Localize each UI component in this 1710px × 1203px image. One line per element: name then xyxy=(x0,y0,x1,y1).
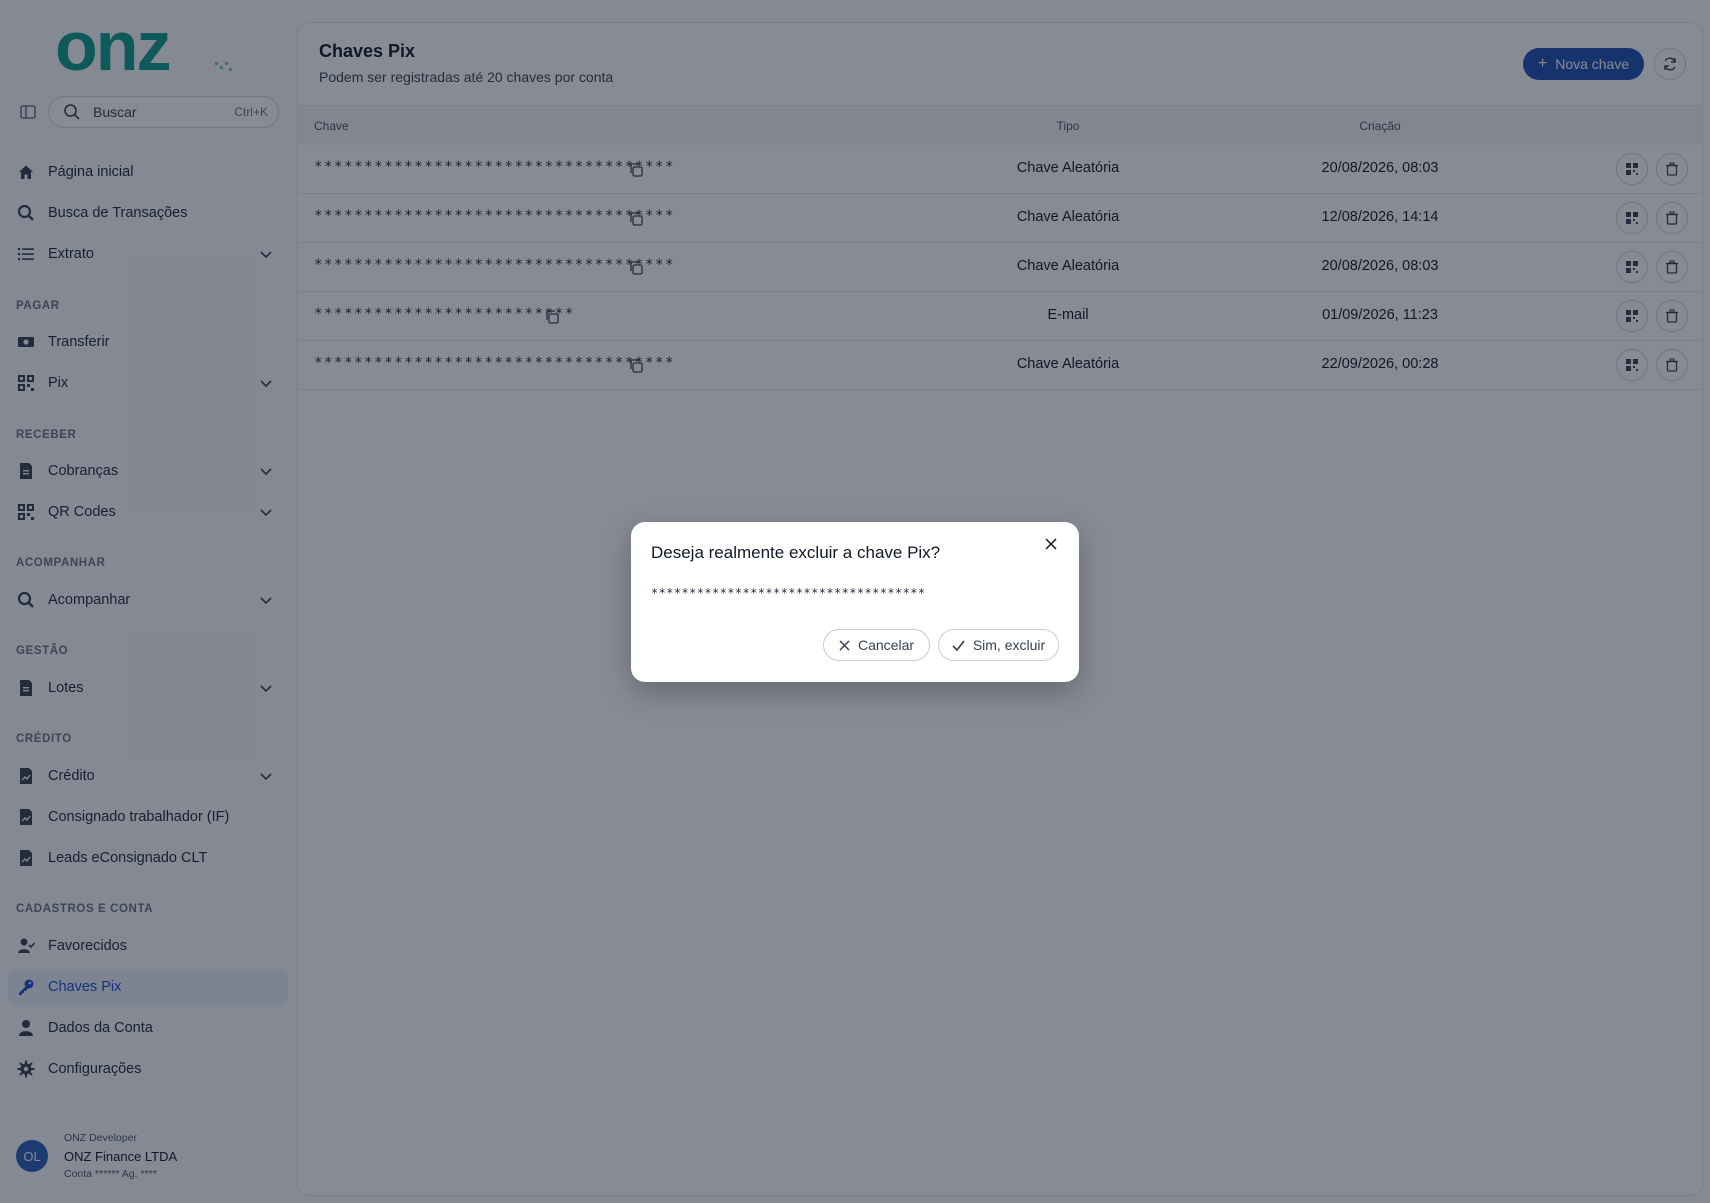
confirm-delete-button[interactable]: Sim, excluir xyxy=(938,629,1059,661)
cancel-label: Cancelar xyxy=(857,637,915,653)
check-icon xyxy=(952,640,965,651)
delete-confirm-dialog: Deseja realmente excluir a chave Pix? **… xyxy=(631,522,1079,682)
close-button[interactable] xyxy=(1041,534,1061,554)
close-icon xyxy=(1045,538,1057,550)
close-icon xyxy=(839,639,850,651)
dialog-title: Deseja realmente excluir a chave Pix? xyxy=(651,543,941,562)
confirm-label: Sim, excluir xyxy=(972,637,1046,653)
dialog-key-value: ************************************ xyxy=(651,586,926,600)
cancel-button[interactable]: Cancelar xyxy=(823,629,930,661)
